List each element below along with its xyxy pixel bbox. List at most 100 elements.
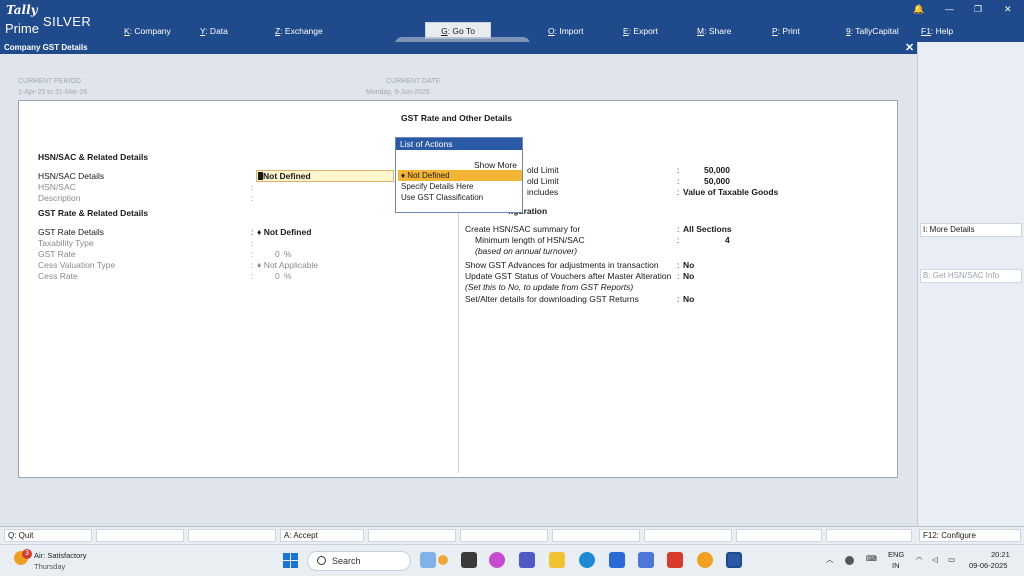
list-of-actions-popup: List of Actions Show More ♦ Not Defined …: [395, 137, 523, 213]
top-menu-bar: Tally Prime SILVER K: Company Y: Data Z:…: [0, 0, 1024, 42]
wifi-icon[interactable]: ◠: [916, 555, 923, 564]
app-icon-1[interactable]: [638, 552, 654, 568]
weather-title[interactable]: Air: Satisfactory: [34, 551, 87, 560]
gst-section-heading: GST Rate & Related Details: [38, 208, 149, 218]
menu-exchange[interactable]: Z: Exchange: [275, 26, 323, 36]
minimize-icon[interactable]: —: [945, 4, 954, 14]
bottom-button-bar: Q: Quit A: Accept F12: Configure: [0, 526, 1024, 544]
logo-prime: Prime: [5, 21, 39, 36]
close-window-icon[interactable]: ✕: [1004, 4, 1012, 15]
copilot-icon[interactable]: [489, 552, 505, 568]
configure-button[interactable]: F12: Configure: [919, 529, 1021, 542]
empty-button-4: [460, 529, 548, 542]
keyboard-icon[interactable]: ⌨: [866, 554, 877, 563]
gst-rate-colon: :: [251, 249, 254, 259]
edition-label: SILVER: [43, 14, 92, 29]
quit-button[interactable]: Q: Quit: [4, 529, 92, 542]
period-label: CURRENT PERIOD: [18, 78, 81, 85]
gst-rate-unit: %: [284, 249, 292, 259]
date-value: Monday, 9-Jun-2025: [366, 89, 430, 96]
menu-import[interactable]: O: Import: [548, 26, 583, 36]
menu-data[interactable]: Y: Data: [200, 26, 228, 36]
empty-button-8: [826, 529, 912, 542]
threshold-includes-value[interactable]: Value of Taxable Goods: [683, 187, 778, 197]
more-details-button[interactable]: I: More Details: [920, 223, 1022, 237]
min-length-value[interactable]: 4: [725, 235, 730, 245]
popup-item-use-gst-classification[interactable]: Use GST Classification: [398, 192, 522, 203]
edge-icon[interactable]: [579, 552, 595, 568]
threshold-limit-value-1[interactable]: 50,000: [704, 165, 730, 175]
update-status-value[interactable]: No: [683, 271, 694, 281]
min-length-colon: :: [677, 235, 680, 245]
empty-button-6: [644, 529, 732, 542]
gst-rate-label: GST Rate: [38, 249, 76, 259]
menu-export[interactable]: E: Export: [623, 26, 658, 36]
menu-tallycapital[interactable]: 9: TallyCapital: [846, 26, 899, 36]
description-label: Description: [38, 193, 81, 203]
hsn-label: HSN/SAC: [38, 182, 76, 192]
cess-rate-unit: %: [284, 271, 292, 281]
language-top[interactable]: ENG: [888, 550, 904, 559]
menu-help[interactable]: F1: Help: [921, 26, 953, 36]
gst-advances-value[interactable]: No: [683, 260, 694, 270]
mcafee-icon[interactable]: [667, 552, 683, 568]
taskbar-search[interactable]: Search: [307, 551, 411, 571]
cess-rate-colon: :: [251, 271, 254, 281]
set-alter-value[interactable]: No: [683, 294, 694, 304]
windows-start-icon[interactable]: [283, 553, 298, 568]
get-hsn-info-button[interactable]: B: Get HSN/SAC Info: [920, 269, 1022, 283]
cess-valuation-colon: :: [251, 260, 254, 270]
update-status-colon: :: [677, 271, 680, 281]
close-screen-icon[interactable]: ✕: [905, 41, 914, 54]
battery-icon[interactable]: ▭: [948, 555, 955, 564]
cess-valuation-label: Cess Valuation Type: [38, 260, 116, 270]
chrome-icon[interactable]: [697, 552, 713, 568]
hsn-colon: :: [251, 182, 254, 192]
empty-button-1: [96, 529, 184, 542]
tally-icon[interactable]: [726, 552, 742, 568]
search-icon: [317, 556, 326, 565]
cloud-icon[interactable]: [845, 556, 854, 565]
popup-item-not-defined[interactable]: ♦ Not Defined: [398, 170, 522, 181]
language-bottom: IN: [892, 561, 900, 570]
logo-tally: Tally: [6, 3, 38, 17]
set-alter-colon: :: [677, 294, 680, 304]
panel-title: GST Rate and Other Details: [401, 113, 512, 123]
cess-rate-label: Cess Rate: [38, 271, 78, 281]
menu-share[interactable]: M: Share: [697, 26, 732, 36]
period-value: 1-Apr-25 to 31-Mar-26: [18, 89, 88, 96]
menu-company[interactable]: K: Company: [124, 26, 171, 36]
date-label: CURRENT DATE: [386, 78, 441, 85]
restore-icon[interactable]: ❐: [974, 4, 982, 15]
hsn-details-field[interactable]: Not Defined: [256, 170, 394, 182]
chevron-up-icon[interactable]: ︿: [826, 554, 834, 565]
show-more-button[interactable]: Show More: [474, 160, 517, 170]
create-summary-value[interactable]: All Sections: [683, 224, 732, 234]
teams-icon[interactable]: [519, 552, 535, 568]
weather-day: Thursday: [34, 562, 66, 571]
empty-button-7: [736, 529, 822, 542]
widgets-icon[interactable]: [420, 552, 436, 568]
clock-time[interactable]: 20:21: [991, 550, 1010, 559]
empty-button-2: [188, 529, 276, 542]
store-icon[interactable]: [609, 552, 625, 568]
cess-rate-value: 0: [275, 271, 280, 281]
bell-icon[interactable]: 🔔: [913, 4, 924, 15]
min-length-label: Minimum length of HSN/SAC: [475, 235, 585, 245]
popup-title: List of Actions: [396, 138, 522, 150]
volume-icon[interactable]: ◁: [932, 555, 938, 564]
threshold-limit-value-2[interactable]: 50,000: [704, 176, 730, 186]
create-summary-label: Create HSN/SAC summary for: [465, 224, 581, 234]
weather-badge: 3: [22, 549, 32, 559]
file-explorer-icon[interactable]: [549, 552, 565, 568]
menu-print[interactable]: P: Print: [772, 26, 800, 36]
threshold-colon-1: :: [677, 165, 680, 175]
gst-rate-details-value[interactable]: ♦ Not Defined: [257, 227, 311, 237]
gst-rate-details-colon: :: [251, 227, 254, 237]
threshold-includes-label: includes: [527, 187, 559, 197]
cess-valuation-value: ♦ Not Applicable: [257, 260, 319, 270]
task-view-icon[interactable]: [461, 552, 477, 568]
popup-item-specify-details[interactable]: Specify Details Here: [398, 181, 522, 192]
hsn-section-heading: HSN/SAC & Related Details: [38, 152, 149, 162]
accept-button[interactable]: A: Accept: [280, 529, 364, 542]
